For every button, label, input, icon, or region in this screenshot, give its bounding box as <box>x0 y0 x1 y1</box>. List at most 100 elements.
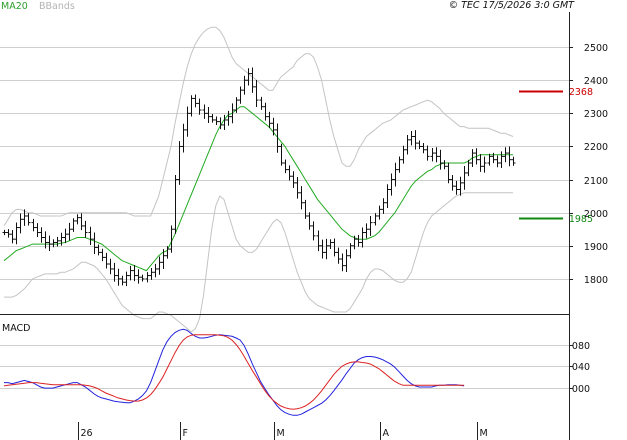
price-bar <box>197 98 202 115</box>
technical-chart: 23681985 1800 1900 2000 2100 2200 2300 2400 250… <box>0 0 608 440</box>
price-bar <box>470 149 475 167</box>
price-bars <box>2 67 516 287</box>
price-bar <box>275 123 280 153</box>
price-bar <box>332 238 337 257</box>
price-bar <box>26 213 31 226</box>
level-annotations: 23681985 <box>519 87 593 225</box>
price-bar <box>185 106 190 137</box>
price-bar <box>254 79 259 107</box>
price-bar <box>495 155 500 168</box>
price-bar <box>478 154 483 172</box>
price-bar <box>92 232 97 255</box>
price-bar <box>14 222 19 245</box>
chart-header: MA20 BBands © TEC 17/5/2026 3:0 GMT <box>1 0 575 12</box>
price-bar <box>83 220 88 238</box>
price-bar <box>368 215 373 236</box>
price-bar <box>283 159 288 174</box>
price-bar <box>511 156 516 166</box>
price-bar <box>279 143 284 166</box>
price-bar <box>153 263 158 278</box>
price-bar <box>10 229 15 244</box>
price-bar <box>430 148 435 162</box>
price-bar <box>482 156 487 173</box>
price-bar <box>299 186 304 210</box>
price-bar <box>206 106 211 124</box>
price-bar <box>438 149 443 170</box>
macd-y-tick-label: 040 <box>572 362 590 373</box>
price-bar <box>499 151 504 169</box>
price-y-axis: 1800 1900 2000 2100 2200 2300 2400 2500 <box>569 43 608 286</box>
price-bar <box>165 246 170 259</box>
price-bar <box>35 223 40 238</box>
macd-y-tick-label: 080 <box>572 341 590 352</box>
price-bar <box>454 180 459 195</box>
price-bar <box>120 275 125 286</box>
price-bar <box>373 213 378 226</box>
price-bar <box>214 116 219 126</box>
price-bar <box>177 141 182 185</box>
macd-panel: 000 040 080 MACD <box>0 323 590 416</box>
price-bar <box>246 68 251 86</box>
price-bar <box>393 162 398 187</box>
price-bar <box>307 212 312 230</box>
price-bar <box>55 236 60 247</box>
price-bar <box>100 248 105 262</box>
price-panel: 23681985 1800 1900 2000 2100 2200 2300 2400 250… <box>0 26 608 333</box>
price-bar <box>348 243 353 259</box>
price-bar <box>39 227 44 243</box>
price-bar <box>140 274 145 282</box>
macd-y-axis: 000 040 080 <box>569 341 590 395</box>
price-bar <box>75 214 80 225</box>
macd-title: MACD <box>2 323 30 334</box>
bollinger-bands <box>3 26 514 333</box>
price-bar <box>259 96 264 110</box>
price-y-tick-label: 1900 <box>584 242 608 253</box>
x-tick-label: 26 <box>81 428 93 439</box>
price-bar <box>157 256 162 275</box>
price-y-tick-label: 2100 <box>584 176 608 187</box>
price-bar <box>43 231 48 249</box>
price-bar <box>417 140 422 150</box>
price-bar <box>487 153 492 166</box>
price-bar <box>364 223 369 239</box>
price-bar <box>63 228 68 244</box>
price-y-tick-label: 2000 <box>584 209 608 220</box>
level-label-resistance: 2368 <box>569 87 593 98</box>
price-bar <box>450 175 455 191</box>
price-bar <box>344 249 349 273</box>
x-axis: 26 F M A M <box>78 422 488 440</box>
price-bar <box>145 272 150 283</box>
price-y-tick-label: 2200 <box>584 142 608 153</box>
price-bar <box>173 175 178 234</box>
price-bar <box>356 234 361 247</box>
price-bar <box>360 227 365 248</box>
price-bar <box>132 265 137 282</box>
price-bar <box>336 247 341 264</box>
price-bar <box>458 176 463 196</box>
price-bar <box>2 229 7 236</box>
price-y-tick-label: 2500 <box>584 43 608 54</box>
price-bar <box>324 238 329 260</box>
macd-lines <box>3 328 465 416</box>
price-bar <box>31 218 36 232</box>
price-bar <box>287 165 292 181</box>
price-bar <box>507 146 512 167</box>
price-bar <box>18 213 23 234</box>
price-bar <box>340 253 345 272</box>
price-bar <box>116 268 121 286</box>
x-tick-label: M <box>480 428 488 439</box>
price-bar <box>71 218 76 232</box>
price-bar <box>311 221 316 241</box>
price-y-tick-label: 2300 <box>584 109 608 120</box>
price-bar <box>385 184 390 209</box>
price-bar <box>149 268 154 280</box>
macd-y-tick-label: 000 <box>572 384 590 395</box>
price-bar <box>389 173 394 196</box>
price-bar <box>291 171 296 188</box>
price-bar <box>442 160 447 170</box>
price-bar <box>112 262 117 282</box>
price-bar <box>242 75 247 95</box>
price-bar <box>47 235 52 252</box>
price-bar <box>67 222 72 241</box>
price-bar <box>401 145 406 164</box>
